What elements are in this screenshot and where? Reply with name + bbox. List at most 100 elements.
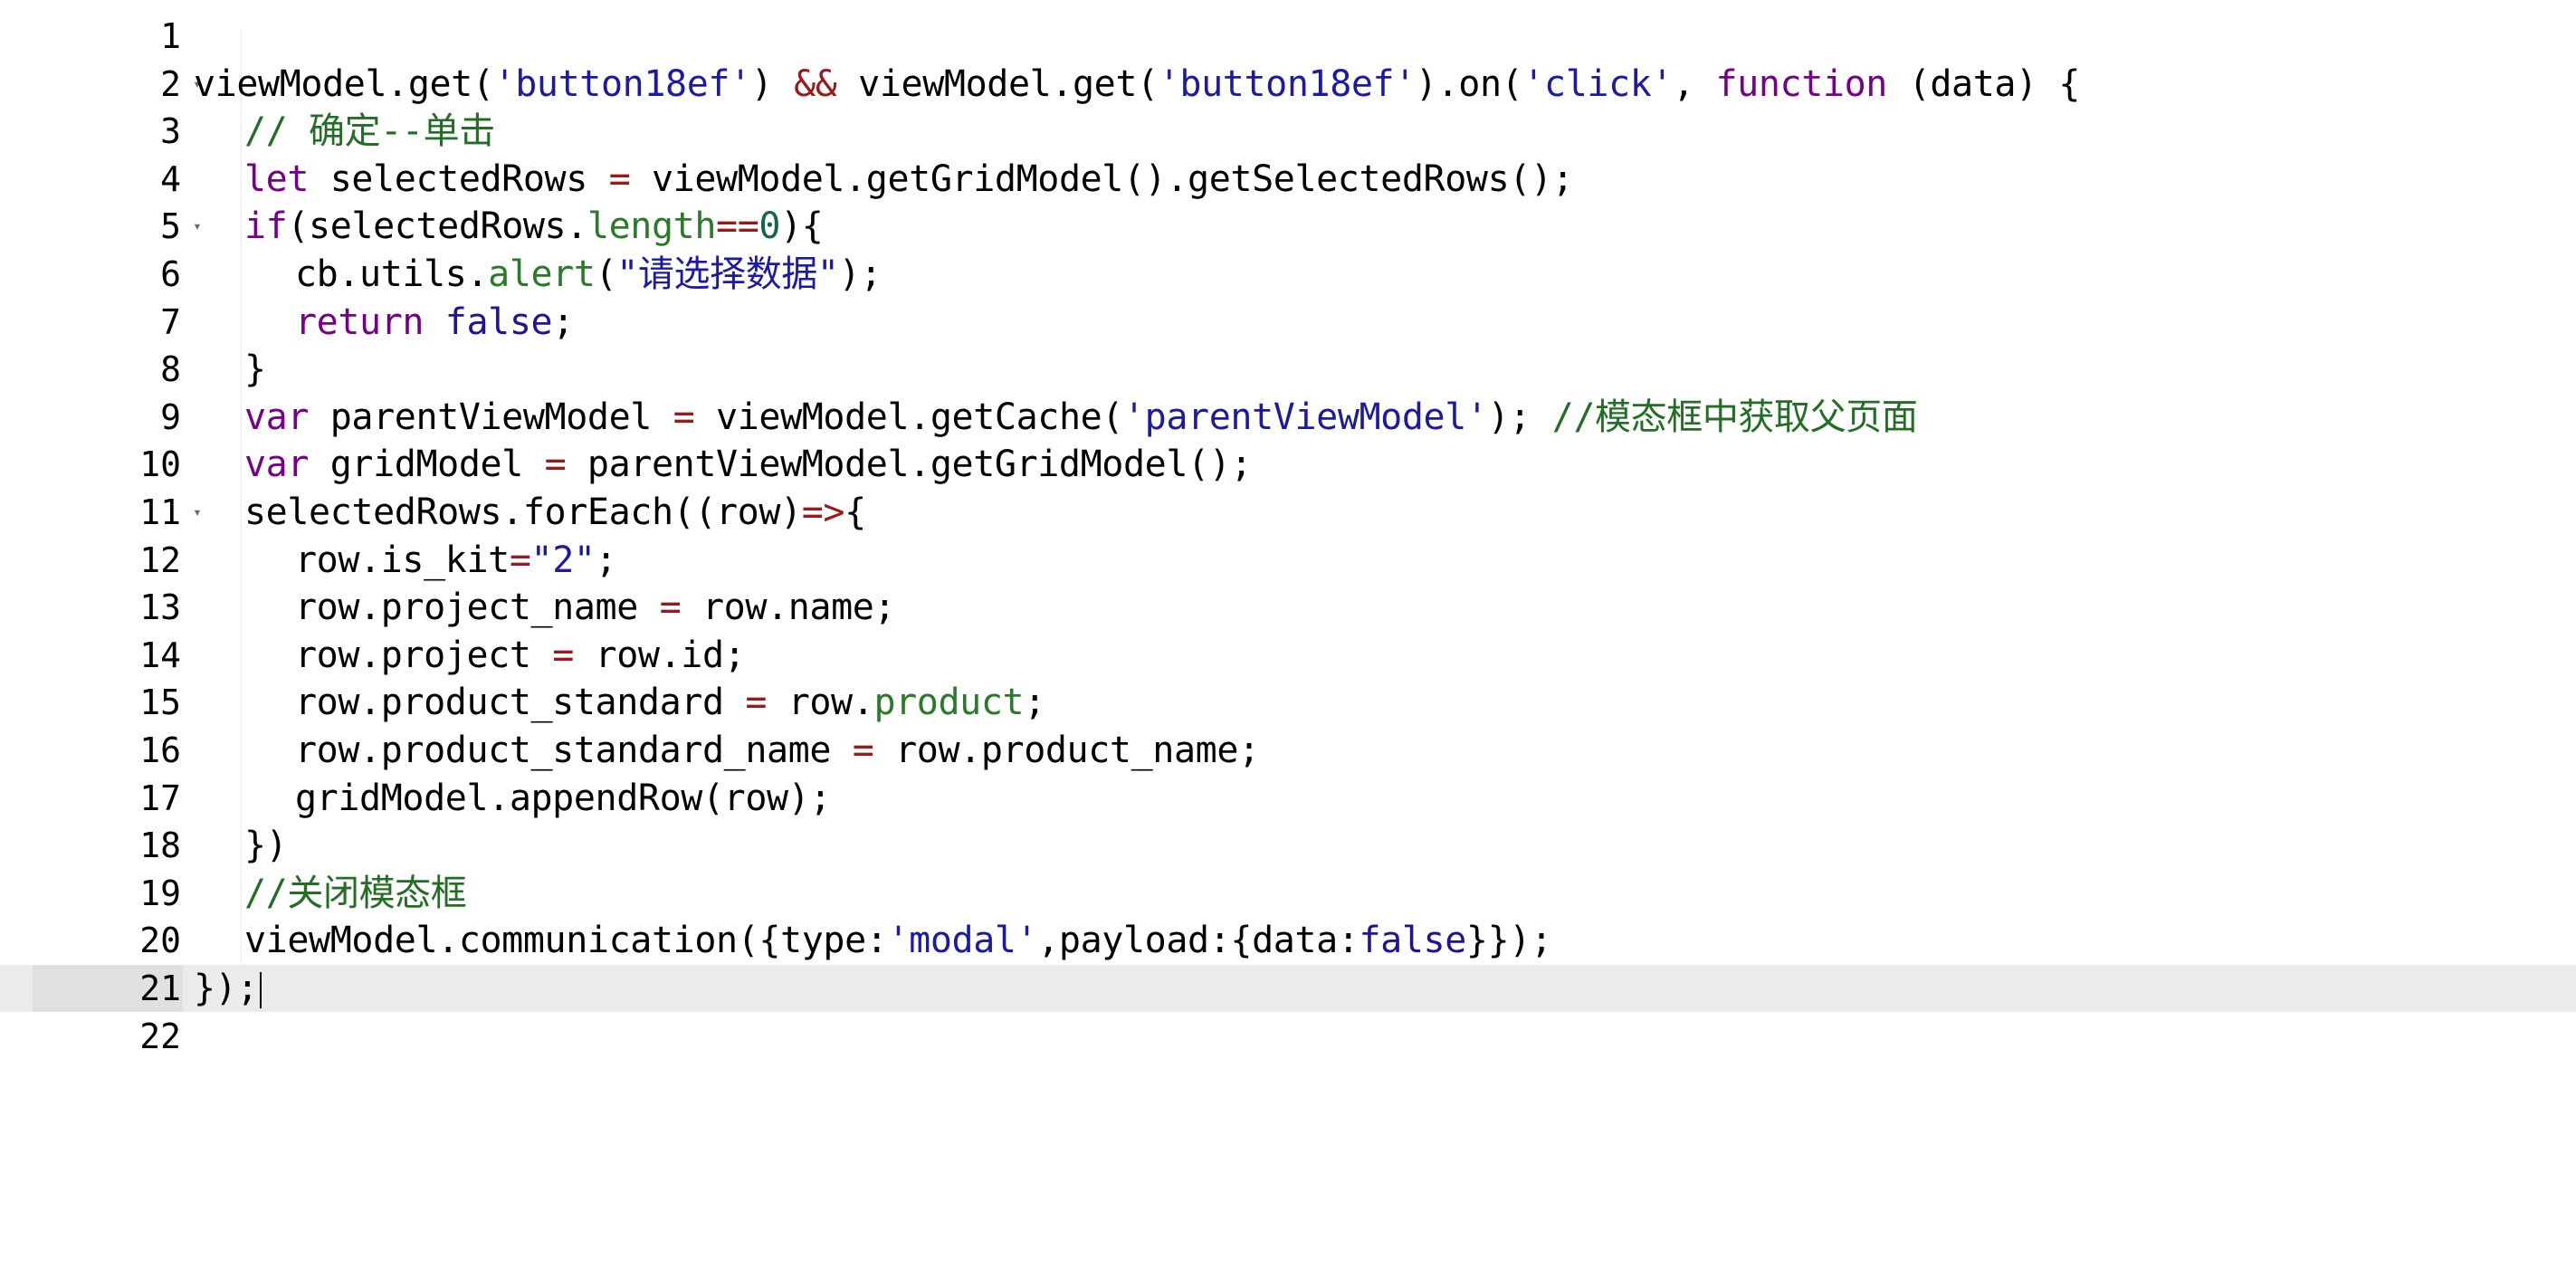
code-token-default: parentViewModel xyxy=(309,396,673,438)
line-number: 20 xyxy=(139,921,181,961)
code-token-default: viewModel.getCache( xyxy=(694,396,1123,438)
code-token-property: length xyxy=(587,205,717,248)
code-token-comment: // 确定--单击 xyxy=(244,110,495,153)
code-token-default: (selectedRows. xyxy=(287,205,587,248)
line-number: 1 xyxy=(160,16,181,56)
code-line[interactable]: 19 //关闭模态框 xyxy=(0,870,2576,917)
code-line[interactable]: 4 let selectedRows = viewModel.getGridMod… xyxy=(0,156,2576,203)
line-number: 13 xyxy=(139,587,181,628)
code-token-atom: false xyxy=(1359,920,1466,962)
code-token-default: row.project xyxy=(295,634,553,676)
code-token-default: gridModel.appendRow(row); xyxy=(295,777,832,819)
code-token-default: selectedRows xyxy=(309,157,609,200)
line-number: 11 xyxy=(139,492,181,532)
code-token-default: row.id; xyxy=(573,634,746,676)
code-text: row.is_kit="2"; xyxy=(295,537,617,584)
line-gutter: 6 xyxy=(33,251,183,298)
code-line[interactable]: 9 var parentViewModel = viewModel.getCach… xyxy=(0,394,2576,441)
code-token-default: row.name; xyxy=(681,587,896,629)
code-token-default: gridModel xyxy=(309,444,545,486)
code-token-operator: = xyxy=(852,730,874,771)
code-token-keyword: var xyxy=(244,396,310,438)
code-token-keyword: function xyxy=(1715,62,1888,105)
code-text: gridModel.appendRow(row); xyxy=(295,775,831,822)
line-gutter: 17 xyxy=(33,775,183,822)
code-line[interactable]: 1 xyxy=(0,13,2576,60)
code-line[interactable]: 2 ▾ viewModel.get('button18ef') && viewMod… xyxy=(0,61,2576,108)
line-number: 15 xyxy=(139,682,181,723)
code-token-default: selectedRows.forEach((row) xyxy=(244,491,802,533)
code-line[interactable]: 12 row.is_kit="2"; xyxy=(0,537,2576,584)
line-number: 12 xyxy=(139,539,181,580)
code-token-string: 'button18ef' xyxy=(1158,62,1417,105)
line-number: 4 xyxy=(160,158,181,199)
code-line[interactable]: 3 // 确定--单击 xyxy=(0,108,2576,155)
code-token-atom: false xyxy=(444,301,553,343)
code-token-operator: = xyxy=(552,634,574,676)
code-line[interactable]: 20 viewModel.communication({type:'modal',… xyxy=(0,917,2576,964)
line-gutter: 22 xyxy=(33,1013,183,1060)
code-token-default: ,payload:{data: xyxy=(1037,920,1360,962)
code-line[interactable]: 21}); xyxy=(0,965,2576,1012)
line-gutter: 3 xyxy=(33,108,183,155)
code-line[interactable]: 22 xyxy=(0,1013,2576,1060)
code-token-operator: = xyxy=(673,396,695,438)
code-line[interactable]: 6 cb.utils.alert("请选择数据"); xyxy=(0,251,2576,298)
code-token-default: viewModel.communication({type: xyxy=(244,920,888,962)
code-token-default: ){ xyxy=(780,205,824,248)
code-token-string: 'parentViewModel' xyxy=(1123,396,1488,438)
code-token-property: alert xyxy=(488,253,596,295)
line-gutter: 5 ▾ xyxy=(33,203,202,250)
code-line[interactable]: 8} xyxy=(0,346,2576,393)
code-text: //关闭模态框 xyxy=(244,870,467,917)
code-line[interactable]: 18}) xyxy=(0,822,2576,869)
code-token-string: 'modal' xyxy=(887,920,1038,962)
line-number: 16 xyxy=(139,730,181,770)
code-token-default: }); xyxy=(194,968,259,1009)
fold-arrow-icon[interactable]: ▾ xyxy=(186,489,208,536)
code-token-operator: = xyxy=(745,682,768,724)
line-number: 7 xyxy=(160,301,181,342)
code-text: row.product_standard_name = row.product_… xyxy=(295,727,1260,774)
code-line[interactable]: 15 row.product_standard = row.product; xyxy=(0,679,2576,726)
code-token-property: product xyxy=(873,682,1025,724)
code-token-default: ; xyxy=(595,539,617,581)
code-text: let selectedRows = viewModel.getGridMode… xyxy=(244,156,1574,203)
code-text: return false; xyxy=(295,299,574,346)
code-text: var parentViewModel = viewModel.getCache… xyxy=(244,394,1918,441)
code-line[interactable]: 14 row.project = row.id; xyxy=(0,632,2576,679)
code-token-string: "请选择数据" xyxy=(616,253,839,295)
line-gutter: 1 xyxy=(33,13,183,60)
line-gutter: 19 xyxy=(33,870,183,917)
code-token-default: ); xyxy=(1487,396,1552,438)
code-text: // 确定--单击 xyxy=(244,108,495,155)
code-token-default: viewModel.getGridModel().getSelectedRows… xyxy=(630,157,1574,200)
line-gutter: 2 ▾ xyxy=(33,61,202,108)
code-line[interactable]: 5 ▾ if(selectedRows.length==0){ xyxy=(0,203,2576,250)
code-token-comment: //模态框中获取父页面 xyxy=(1551,396,1918,438)
code-token-default: }) xyxy=(244,825,288,867)
code-token-operator: && xyxy=(794,62,837,105)
code-line[interactable]: 16 row.product_standard_name = row.produc… xyxy=(0,727,2576,774)
fold-arrow-icon[interactable]: ▾ xyxy=(186,203,208,250)
code-token-default: , xyxy=(1673,62,1716,105)
code-line[interactable]: 17 gridModel.appendRow(row); xyxy=(0,775,2576,822)
code-token-default: viewModel.get( xyxy=(194,62,494,105)
code-token-keyword: let xyxy=(244,157,310,200)
code-text: var gridModel = parentViewModel.getGridM… xyxy=(244,441,1252,488)
code-token-default: ; xyxy=(1024,682,1045,724)
code-editor[interactable]: 1 2 ▾ viewModel.get('button18ef') && viewMo… xyxy=(0,0,2576,1269)
code-text: }) xyxy=(244,822,288,869)
line-gutter: 11 ▾ xyxy=(33,489,202,536)
code-line[interactable]: 7 return false; xyxy=(0,299,2576,346)
code-token-default: viewModel.get( xyxy=(836,62,1159,105)
code-token-default xyxy=(424,301,445,343)
code-token-default: (data) { xyxy=(1886,62,2081,105)
code-token-default: { xyxy=(844,491,866,533)
code-line[interactable]: 13 row.project_name = row.name; xyxy=(0,584,2576,631)
code-token-string: "2" xyxy=(530,539,596,581)
code-token-operator: = xyxy=(608,157,631,200)
code-line[interactable]: 10 var gridModel = parentViewModel.getGri… xyxy=(0,441,2576,488)
code-token-default: row.product_standard xyxy=(295,682,746,724)
code-line[interactable]: 11 ▾ selectedRows.forEach((row)=>{ xyxy=(0,489,2576,536)
